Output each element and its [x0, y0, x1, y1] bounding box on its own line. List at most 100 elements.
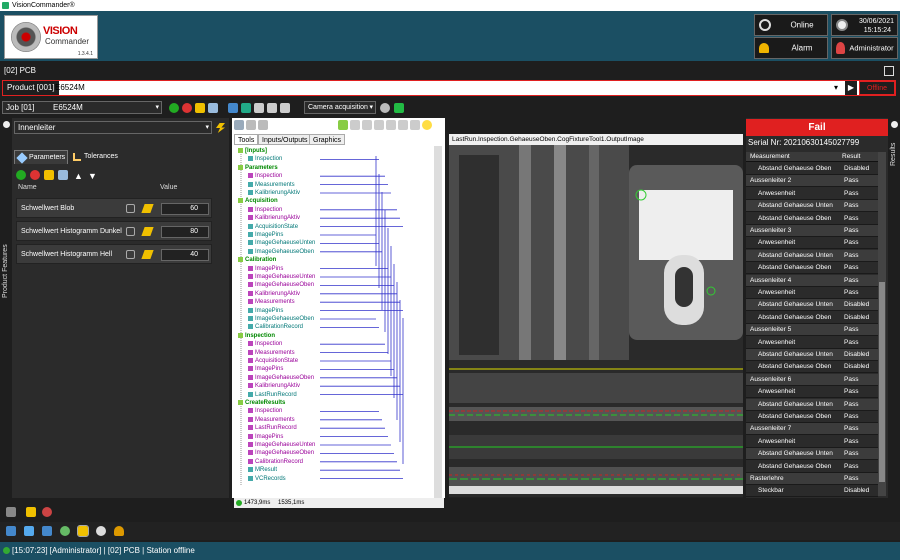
- tree-node[interactable]: AcquisitionState: [248, 223, 298, 231]
- tree-node[interactable]: AcquisitionState: [248, 357, 298, 365]
- user-settings-icon[interactable]: [114, 526, 124, 536]
- tree-node[interactable]: Measurements: [248, 181, 295, 189]
- run-icon[interactable]: [338, 120, 348, 130]
- tree-node[interactable]: Acquisition: [238, 197, 278, 205]
- tree-node[interactable]: ImageGehaeuseOben: [248, 248, 314, 256]
- inspection-select[interactable]: Innenleiter ▾: [14, 121, 212, 134]
- document-icon[interactable]: [254, 103, 264, 113]
- result-row[interactable]: Aussenleiter 5 Pass: [746, 324, 878, 337]
- copy-icon[interactable]: [58, 170, 68, 180]
- result-row[interactable]: Rasterlehre Pass: [746, 473, 878, 485]
- camera-mode-select[interactable]: Camera acquisition ▾: [304, 101, 376, 114]
- palette-icon[interactable]: [42, 507, 52, 517]
- lock-icon[interactable]: [126, 204, 135, 213]
- edit-mode-icon[interactable]: [77, 525, 89, 537]
- result-row[interactable]: Aussenleiter 7 Pass: [746, 423, 878, 436]
- result-row[interactable]: Anwesenheit Pass: [746, 386, 878, 399]
- remove-icon[interactable]: [30, 170, 40, 180]
- result-row[interactable]: Abstand Gehaeuse Oben Disabled: [746, 361, 878, 374]
- result-row[interactable]: Anwesenheit Pass: [746, 287, 878, 299]
- tree-node[interactable]: [Inputs]: [238, 147, 267, 155]
- arrow-up-icon[interactable]: ▲: [74, 171, 83, 181]
- result-row[interactable]: Abstand Gehaeuse Oben Pass: [746, 411, 878, 423]
- collapse-icon[interactable]: [891, 121, 898, 128]
- list-icon[interactable]: [280, 103, 290, 113]
- tool-tree[interactable]: [Inputs] Inspection Parameters Inspection Me…: [234, 146, 434, 496]
- product-bar[interactable]: Product [001] E6524M ▾ ▶ Offline: [2, 80, 896, 96]
- arrow-down-icon[interactable]: ▼: [88, 171, 97, 181]
- tree-node[interactable]: CreateResults: [238, 399, 285, 407]
- brush-icon[interactable]: [26, 507, 36, 517]
- result-row[interactable]: Abstand Gehaeuse Unten Disabled: [746, 349, 878, 361]
- tree-node[interactable]: ImageGehaeuseUnten: [248, 273, 315, 281]
- result-row[interactable]: Abstand Gehaeuse Oben Pass: [746, 213, 878, 225]
- alarm-button[interactable]: Alarm: [754, 37, 828, 59]
- edit-icon[interactable]: [195, 103, 205, 113]
- refresh-icon[interactable]: [394, 103, 404, 113]
- tree-node[interactable]: LastRunRecord: [248, 424, 297, 432]
- tree-node[interactable]: VCRecords: [248, 475, 286, 483]
- collapse-icon[interactable]: [3, 121, 10, 128]
- result-row[interactable]: Aussenleiter 3 Pass: [746, 225, 878, 237]
- grid-view-icon[interactable]: [234, 120, 244, 130]
- tool-icon-1[interactable]: [350, 120, 360, 130]
- result-row[interactable]: Anwesenheit Pass: [746, 188, 878, 200]
- tree-node[interactable]: Measurements: [248, 349, 295, 357]
- monitor-icon[interactable]: [6, 526, 16, 536]
- tree-node[interactable]: Inspection: [248, 155, 282, 163]
- lock-icon[interactable]: [126, 227, 135, 236]
- document-edit-icon[interactable]: [267, 103, 277, 113]
- tree-node[interactable]: Parameters: [238, 164, 278, 172]
- tree-node[interactable]: ImageGehaeuseOben: [248, 449, 314, 457]
- tree-node[interactable]: CalibrationRecord: [248, 458, 303, 466]
- image-display[interactable]: [449, 134, 743, 498]
- tree-node[interactable]: ImageGehaeuseUnten: [248, 441, 315, 449]
- tab-tolerances[interactable]: Tolerances: [70, 150, 128, 164]
- tree-node[interactable]: Inspection: [248, 340, 282, 348]
- add-icon[interactable]: [169, 103, 179, 113]
- tree-node[interactable]: ImagePins: [248, 307, 283, 315]
- tree-node[interactable]: ImagePins: [248, 365, 283, 373]
- tree-node[interactable]: ImageGehaeuseOben: [248, 374, 314, 382]
- remove-icon[interactable]: [182, 103, 192, 113]
- online-button[interactable]: Online: [754, 14, 828, 36]
- result-row[interactable]: Anwesenheit Pass: [746, 436, 878, 448]
- parameter-row[interactable]: Schwellwert Histogramm Hell 40: [16, 244, 212, 264]
- result-row[interactable]: Abstand Gehaeuse Unten Pass: [746, 249, 878, 262]
- result-row[interactable]: Abstand Gehaeuse Oben Disabled: [746, 312, 878, 324]
- parameter-value-input[interactable]: 80: [161, 226, 209, 238]
- tree-node[interactable]: Inspection: [248, 407, 282, 415]
- add-icon[interactable]: [16, 170, 26, 180]
- edit-icon[interactable]: [44, 170, 54, 180]
- offline-button[interactable]: Offline: [859, 81, 895, 95]
- tab-inputs-outputs[interactable]: Inputs/Outputs: [258, 134, 312, 145]
- tree-node[interactable]: Inspection: [238, 332, 275, 340]
- tab-graphics[interactable]: Graphics: [309, 134, 346, 145]
- tree-scrollbar[interactable]: [434, 146, 442, 498]
- gear-icon[interactable]: [96, 526, 106, 536]
- image-scrollbar[interactable]: [449, 486, 743, 494]
- tree-node[interactable]: CalibrationRecord: [248, 323, 303, 331]
- results-scrollbar[interactable]: [878, 152, 886, 496]
- search-icon[interactable]: [60, 526, 70, 536]
- tree-node[interactable]: KalibrierungAktiv: [248, 189, 300, 197]
- tree-node[interactable]: ImageGehaeuseOben: [248, 315, 314, 323]
- lightbulb-icon[interactable]: [422, 120, 432, 130]
- result-row[interactable]: Abstand Gehaeuse Unten Disabled: [746, 299, 878, 312]
- tree-node[interactable]: LastRunRecord: [248, 391, 297, 399]
- result-row[interactable]: Anwesenheit Pass: [746, 337, 878, 349]
- lock-icon[interactable]: [126, 250, 135, 259]
- result-row[interactable]: Abstand Gehaeuse Oben Disabled: [746, 163, 878, 175]
- result-row[interactable]: Aussenleiter 4 Pass: [746, 274, 878, 287]
- image-view-icon[interactable]: [246, 120, 256, 130]
- features-tab[interactable]: Product Features: [2, 244, 9, 298]
- tree-node[interactable]: KalibrierungAktiv: [248, 382, 300, 390]
- tree-node[interactable]: Inspection: [248, 172, 282, 180]
- edit-station-icon[interactable]: [884, 66, 894, 76]
- copy-icon[interactable]: [208, 103, 218, 113]
- database-icon[interactable]: [42, 526, 52, 536]
- tree-node[interactable]: Measurements: [248, 416, 295, 424]
- result-row[interactable]: Anwesenheit Pass: [746, 237, 878, 250]
- split-view-icon[interactable]: [258, 120, 268, 130]
- result-row[interactable]: Steckbar Disabled: [746, 485, 878, 498]
